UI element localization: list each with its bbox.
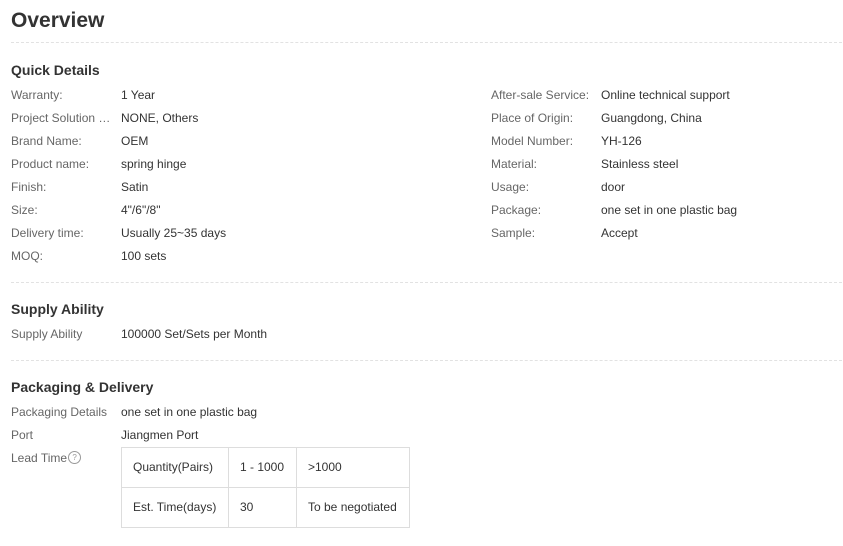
detail-value: Jiangmen Port	[121, 428, 199, 442]
detail-row: Place of Origin: Guangdong, China	[491, 107, 841, 130]
detail-label: Port	[11, 428, 34, 442]
supply-ability-section: Supply Ability Supply Ability 100000 Set…	[11, 283, 842, 346]
overview-page: Overview Quick Details Warranty: 1 Year …	[11, 0, 842, 529]
detail-value: Satin	[121, 180, 149, 194]
table-cell: 1 - 1000	[228, 447, 297, 488]
lead-time-row: Lead Time? Quantity(Pairs) 1 - 1000 >100…	[11, 447, 842, 529]
detail-label: Model Number:	[491, 134, 574, 148]
table-cell: >1000	[296, 447, 410, 488]
detail-row: Brand Name: OEM	[11, 130, 481, 153]
detail-label: After-sale Service:	[491, 88, 590, 102]
detail-row: Finish: Satin	[11, 176, 481, 199]
detail-row: Size: 4"/6"/8"	[11, 199, 481, 222]
table-cell: 30	[228, 487, 297, 528]
table-cell: Quantity(Pairs)	[121, 447, 229, 488]
lead-time-label-text: Lead Time	[11, 451, 68, 465]
page-title: Overview	[11, 9, 105, 32]
detail-label: Delivery time:	[11, 226, 84, 240]
detail-row: Sample: Accept	[491, 222, 841, 245]
detail-row: Product name: spring hinge	[11, 153, 481, 176]
quick-details-left-column: Warranty: 1 Year Project Solution Ca... …	[11, 84, 481, 268]
detail-label: Place of Origin:	[491, 111, 574, 125]
detail-value: Online technical support	[601, 88, 730, 102]
quick-details-title: Quick Details	[11, 62, 100, 78]
table-cell: To be negotiated	[296, 487, 410, 528]
detail-row: Project Solution Ca... NONE, Others	[11, 107, 481, 130]
detail-label: Finish:	[11, 180, 47, 194]
detail-value: spring hinge	[121, 157, 187, 171]
lead-time-table: Quantity(Pairs) 1 - 1000 >1000 Est. Time…	[121, 447, 410, 528]
detail-value: one set in one plastic bag	[121, 405, 258, 419]
table-cell: Est. Time(days)	[121, 487, 229, 528]
detail-row: After-sale Service: Online technical sup…	[491, 84, 841, 107]
detail-value: NONE, Others	[121, 111, 199, 125]
packaging-list: Packaging Details one set in one plastic…	[11, 401, 842, 529]
detail-label: Warranty:	[11, 88, 63, 102]
detail-label: Package:	[491, 203, 542, 217]
detail-value: Stainless steel	[601, 157, 679, 171]
detail-row: Usage: door	[491, 176, 841, 199]
detail-value: 100 sets	[121, 249, 167, 263]
packaging-delivery-title: Packaging & Delivery	[11, 379, 154, 395]
detail-value: Guangdong, China	[601, 111, 702, 125]
table-row: Est. Time(days) 30 To be negotiated	[121, 487, 410, 528]
quick-details-grid: Warranty: 1 Year Project Solution Ca... …	[11, 84, 842, 268]
detail-label: Packaging Details	[11, 405, 108, 419]
detail-label: Supply Ability	[11, 327, 83, 341]
detail-value: 1 Year	[121, 88, 156, 102]
detail-value: 100000 Set/Sets per Month	[121, 327, 268, 341]
detail-row: Supply Ability 100000 Set/Sets per Month	[11, 323, 842, 346]
detail-value: door	[601, 180, 626, 194]
detail-row: Material: Stainless steel	[491, 153, 841, 176]
supply-ability-list: Supply Ability 100000 Set/Sets per Month	[11, 323, 842, 346]
detail-value: Accept	[601, 226, 638, 240]
detail-row: Package: one set in one plastic bag	[491, 199, 841, 222]
detail-row: Model Number: YH-126	[491, 130, 841, 153]
lead-time-label: Lead Time?	[11, 447, 118, 470]
detail-row: Delivery time: Usually 25~35 days	[11, 222, 481, 245]
quick-details-section: Quick Details Warranty: 1 Year Project S…	[11, 43, 842, 268]
supply-ability-title: Supply Ability	[11, 301, 104, 317]
detail-row: MOQ: 100 sets	[11, 245, 481, 268]
detail-label: MOQ:	[11, 249, 43, 263]
detail-value: Usually 25~35 days	[121, 226, 227, 240]
detail-label: Product name:	[11, 157, 90, 171]
detail-value: 4"/6"/8"	[121, 203, 161, 217]
detail-label: Size:	[11, 203, 38, 217]
detail-row: Port Jiangmen Port	[11, 424, 842, 447]
detail-value: one set in one plastic bag	[601, 203, 738, 217]
detail-label: Brand Name:	[11, 134, 82, 148]
detail-label: Usage:	[491, 180, 530, 194]
detail-label: Material:	[491, 157, 538, 171]
packaging-delivery-section: Packaging & Delivery Packaging Details o…	[11, 361, 842, 529]
detail-label: Project Solution Ca...	[11, 111, 118, 125]
quick-details-right-column: After-sale Service: Online technical sup…	[491, 84, 841, 245]
question-circle-icon[interactable]: ?	[68, 451, 82, 465]
detail-value: OEM	[121, 134, 149, 148]
detail-value: YH-126	[601, 134, 642, 148]
detail-row: Packaging Details one set in one plastic…	[11, 401, 842, 424]
detail-label: Sample:	[491, 226, 536, 240]
detail-row: Warranty: 1 Year	[11, 84, 481, 107]
table-row: Quantity(Pairs) 1 - 1000 >1000	[121, 447, 410, 488]
